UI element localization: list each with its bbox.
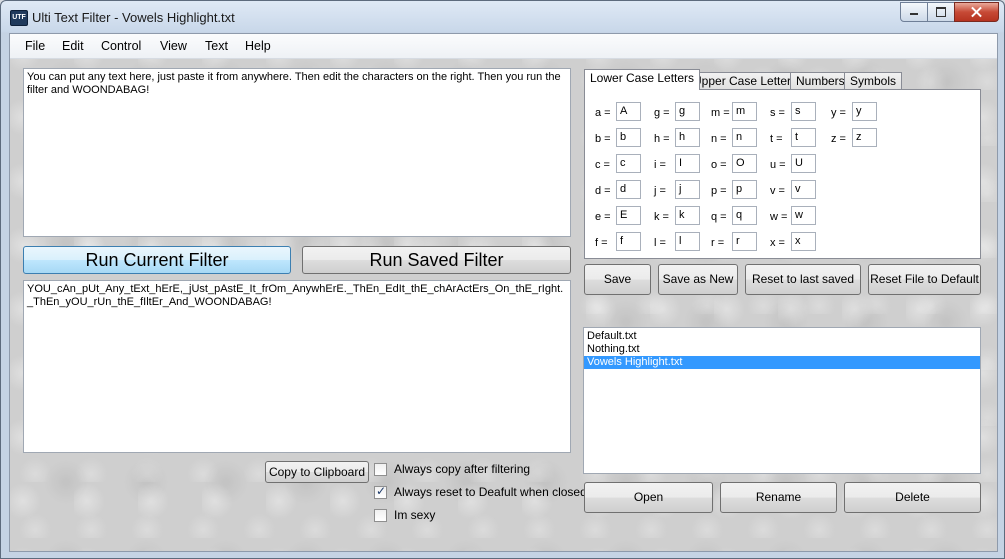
map-input-a[interactable]: A <box>616 102 641 121</box>
map-label-q: q = <box>711 211 727 223</box>
list-item[interactable]: Default.txt <box>584 330 980 343</box>
map-input-o[interactable]: O <box>732 154 757 173</box>
client-area: File Edit Control View Text Help You can… <box>9 33 998 552</box>
output-text-area[interactable]: YOU_cAn_pUt_Any_tExt_hErE,_jUst_pAstE_It… <box>23 280 571 453</box>
im-sexy-checkbox-row[interactable]: Im sexy <box>374 508 435 522</box>
map-label-v: v = <box>770 185 785 197</box>
map-input-i[interactable]: I <box>675 154 700 173</box>
open-button[interactable]: Open <box>584 482 713 513</box>
save-as-new-button[interactable]: Save as New <box>658 264 738 295</box>
app-icon: UTF <box>10 10 28 26</box>
map-input-d[interactable]: d <box>616 180 641 199</box>
map-label-r: r = <box>711 237 725 249</box>
caption-buttons <box>900 2 999 22</box>
map-label-k: k = <box>654 211 669 223</box>
map-label-y: y = <box>831 107 846 119</box>
always-copy-checkbox-row[interactable]: Always copy after filtering <box>374 462 530 476</box>
map-input-v[interactable]: v <box>791 180 816 199</box>
minimize-button[interactable] <box>900 2 928 22</box>
save-button[interactable]: Save <box>584 264 651 295</box>
delete-button[interactable]: Delete <box>844 482 981 513</box>
menu-bar: File Edit Control View Text Help <box>10 34 997 59</box>
tab-numbers[interactable]: Numbers <box>790 72 851 89</box>
always-copy-checkbox[interactable] <box>374 462 387 476</box>
map-input-r[interactable]: r <box>732 232 757 251</box>
menu-help[interactable]: Help <box>245 39 271 53</box>
map-label-m: m = <box>711 107 730 119</box>
im-sexy-checkbox[interactable] <box>374 508 387 522</box>
run-current-filter-button[interactable]: Run Current Filter <box>23 246 291 274</box>
menu-file[interactable]: File <box>25 39 45 53</box>
reset-to-last-saved-button[interactable]: Reset to last saved <box>745 264 861 295</box>
window-title: Ulti Text Filter - Vowels Highlight.txt <box>32 10 235 25</box>
maximize-button[interactable] <box>927 2 955 22</box>
map-label-u: u = <box>770 159 786 171</box>
im-sexy-label: Im sexy <box>394 508 436 522</box>
list-item[interactable]: Nothing.txt <box>584 343 980 356</box>
map-label-w: w = <box>770 211 788 223</box>
title-bar[interactable]: UTF Ulti Text Filter - Vowels Highlight.… <box>1 1 1004 33</box>
map-label-n: n = <box>711 133 727 145</box>
map-input-t[interactable]: t <box>791 128 816 147</box>
map-input-h[interactable]: h <box>675 128 700 147</box>
map-input-g[interactable]: g <box>675 102 700 121</box>
map-input-e[interactable]: E <box>616 206 641 225</box>
run-saved-filter-button[interactable]: Run Saved Filter <box>302 246 571 274</box>
close-button[interactable] <box>954 2 999 22</box>
map-label-h: h = <box>654 133 670 145</box>
map-label-p: p = <box>711 185 727 197</box>
map-label-t: t = <box>770 133 783 145</box>
map-input-k[interactable]: k <box>675 206 700 225</box>
map-label-a: a = <box>595 107 611 119</box>
map-input-s[interactable]: s <box>791 102 816 121</box>
map-label-j: j = <box>654 185 666 197</box>
map-label-z: z = <box>831 133 846 145</box>
map-input-u[interactable]: U <box>791 154 816 173</box>
menu-control[interactable]: Control <box>101 39 141 53</box>
tab-lower-case[interactable]: Lower Case Letters <box>584 69 701 90</box>
map-label-l: l = <box>654 237 666 249</box>
map-input-j[interactable]: j <box>675 180 700 199</box>
input-text-area[interactable]: You can put any text here, just paste it… <box>23 68 571 237</box>
map-label-x: x = <box>770 237 785 249</box>
map-label-o: o = <box>711 159 727 171</box>
main-window: UTF Ulti Text Filter - Vowels Highlight.… <box>0 0 1005 559</box>
reset-file-to-default-button[interactable]: Reset File to Default <box>868 264 981 295</box>
always-copy-label: Always copy after filtering <box>394 462 531 476</box>
map-input-b[interactable]: b <box>616 128 641 147</box>
saved-filters-list[interactable]: Default.txt Nothing.txt Vowels Highlight… <box>583 327 981 474</box>
always-reset-checkbox-row[interactable]: Always reset to Deafult when closed <box>374 484 587 499</box>
map-input-p[interactable]: p <box>732 180 757 199</box>
map-label-g: g = <box>654 107 670 119</box>
tab-symbols[interactable]: Symbols <box>844 72 903 89</box>
map-label-i: i = <box>654 159 666 171</box>
map-input-q[interactable]: q <box>732 206 757 225</box>
always-reset-checkbox[interactable] <box>374 484 387 499</box>
map-input-x[interactable]: x <box>791 232 816 251</box>
map-label-c: c = <box>595 159 610 171</box>
tab-upper-case[interactable]: Upper Case Letters <box>687 72 804 89</box>
map-input-c[interactable]: c <box>616 154 641 173</box>
map-label-e: e = <box>595 211 611 223</box>
menu-text[interactable]: Text <box>205 39 228 53</box>
list-item[interactable]: Vowels Highlight.txt <box>584 356 980 369</box>
map-label-b: b = <box>595 133 611 145</box>
map-input-f[interactable]: f <box>616 232 641 251</box>
always-reset-label: Always reset to Deafult when closed <box>394 485 587 499</box>
map-label-s: s = <box>770 107 785 119</box>
copy-to-clipboard-button[interactable]: Copy to Clipboard <box>265 461 369 483</box>
lower-case-mapping-panel: a = Ab = b c = c d = d e = Ef = f g = g h = h i = Ij = j… <box>584 89 981 259</box>
rename-button[interactable]: Rename <box>720 482 837 513</box>
map-input-z[interactable]: z <box>852 128 877 147</box>
menu-edit[interactable]: Edit <box>62 39 84 53</box>
map-label-d: d = <box>595 185 611 197</box>
menu-view[interactable]: View <box>160 39 187 53</box>
map-input-w[interactable]: w <box>791 206 816 225</box>
map-input-n[interactable]: n <box>732 128 757 147</box>
map-input-l[interactable]: l <box>675 232 700 251</box>
map-label-f: f = <box>595 237 608 249</box>
map-input-y[interactable]: y <box>852 102 877 121</box>
map-input-m[interactable]: m <box>732 102 757 121</box>
